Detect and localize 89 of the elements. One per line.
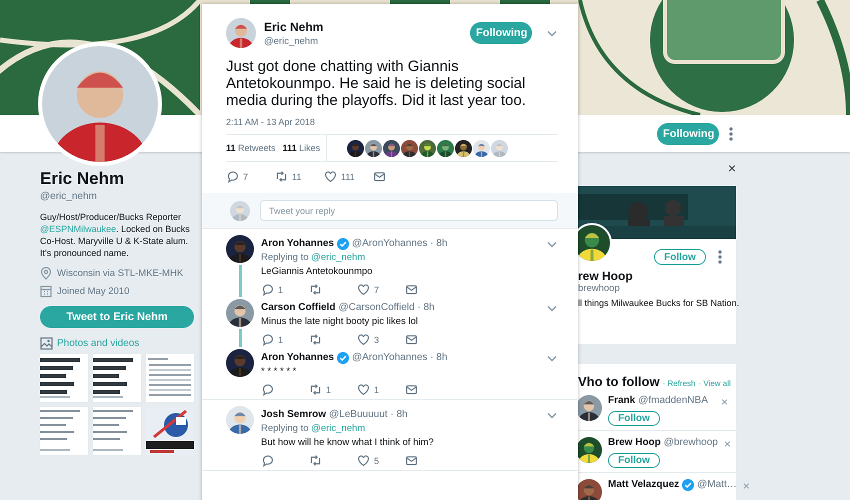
replying-to-text: Replying to @eric_nehm [261,423,366,435]
profile-handle: @eric_nehm [40,191,98,202]
reply-text: * * * * * * [261,366,298,378]
calendar-icon [40,285,52,298]
author-name: Carson Coffield [261,302,336,314]
retweet-icon[interactable] [309,283,322,296]
author-name: Josh Semrow [261,409,326,421]
reply-text: LeGiannis Antetokounmpo [261,266,374,278]
likes-stat[interactable]: 111 Likes [282,143,320,153]
author-name: Aron Yohannes [261,238,334,250]
envelope-icon[interactable] [405,454,418,467]
chevron-down-icon[interactable] [546,353,558,363]
account-name: Matt Velazquez [608,479,680,491]
tweet-to-button[interactable]: Tweet to Eric Nehm [40,306,194,328]
section-heading: Vho to follow [578,374,660,389]
profile-location: Wisconsin via STL-MKE-MHK [57,268,184,279]
retweet-icon[interactable] [275,170,288,183]
like-count: 3 [374,334,380,344]
reply-icon[interactable] [226,170,239,183]
author-handle: @AronYohannes · 8h [352,352,448,364]
tweet-timestamp: 2:11 AM - 13 Apr 2018 [226,117,558,135]
follow-button[interactable]: Follow [654,249,706,265]
retweet-icon[interactable] [309,333,322,346]
reply-count: 1 [278,284,284,294]
envelope-icon[interactable] [405,333,418,346]
heart-icon[interactable] [357,333,370,346]
thread-line [238,265,242,297]
reply-field[interactable]: Tweet your reply [260,200,558,221]
location-pin-icon [40,267,52,280]
account-handle: @fmaddenNBA [638,395,708,407]
account-handle: @Matt… [697,479,737,491]
retweets-stat[interactable]: 11 Retweets [226,143,276,153]
reply-icon[interactable] [261,454,274,467]
reply-icon[interactable] [261,383,274,396]
author-handle: @CarsonCoffield · 8h [338,302,435,314]
envelope-icon[interactable] [405,383,418,396]
dismiss-button[interactable]: × [720,395,736,409]
account-handle: brewhoop [578,283,621,294]
heart-icon[interactable] [357,383,370,396]
heart-icon[interactable] [324,170,337,183]
like-count: 5 [374,456,380,466]
reply-icon[interactable] [261,333,274,346]
close-button[interactable]: × [728,160,736,176]
author-handle: @LeBuuuuut · 8h [329,409,408,421]
chevron-down-icon[interactable] [546,410,558,420]
author-name: Aron Yohannes [261,352,334,364]
replying-to-text: Replying to @eric_nehm [261,252,366,264]
reply-icon[interactable] [261,283,274,296]
image-icon [40,337,53,350]
photos-videos-link[interactable]: Photos and videos [57,338,140,349]
mention-link[interactable]: @ESPNMilwaukee [40,224,116,234]
reply-count: 7 [243,172,248,182]
more-icon[interactable] [718,250,722,264]
follow-button[interactable]: Follow [608,411,660,426]
retweet-count: 1 [326,384,332,394]
account-name: Brew Hoop [608,437,661,449]
mention-link[interactable]: @eric_nehm [311,252,366,263]
view-all-link[interactable]: · View all [698,379,731,388]
reply-text: But how will he know what I think of him? [261,437,435,449]
author-handle: @AronYohannes · 8h [352,238,448,250]
heart-icon[interactable] [357,283,370,296]
reply-count: 1 [278,334,284,344]
reply-text: Minus the late night booty pic likes lol [261,316,419,328]
join-date: Joined May 2010 [57,286,130,297]
retweet-icon[interactable] [309,383,322,396]
like-count: 7 [374,284,380,294]
retweet-icon[interactable] [309,454,322,467]
follow-button[interactable]: Follow [608,453,660,468]
heart-icon[interactable] [357,454,370,467]
envelope-icon[interactable] [405,283,418,296]
account-name: Frank [608,395,636,407]
following-button[interactable]: Following [657,122,719,144]
refresh-link[interactable]: · Refresh [662,379,696,388]
account-name: rew Hoop [578,269,634,283]
account-handle: @brewhoop [664,437,718,449]
dismiss-button[interactable]: × [742,479,758,493]
like-count: 1 [374,384,380,394]
chevron-down-icon[interactable] [546,303,558,313]
dismiss-button[interactable]: × [724,437,739,451]
retweet-count: 11 [292,172,302,182]
chevron-down-icon[interactable] [546,239,558,249]
account-bio: ll things Milwaukee Bucks for SB Nation. [578,298,736,308]
more-icon[interactable] [729,126,733,140]
mention-link[interactable]: @eric_nehm [311,423,366,434]
like-count: 111 [341,172,355,182]
profile-name: Eric Nehm [40,169,126,189]
profile-bio: Guy/Host/Producer/Bucks Reporter @ESPNMilwaukee. Locked on Bucks Co-Host. Maryville U & K-State alum. It's pronounced name. [40,211,191,259]
envelope-icon[interactable] [373,170,386,183]
thread-line [238,329,242,347]
